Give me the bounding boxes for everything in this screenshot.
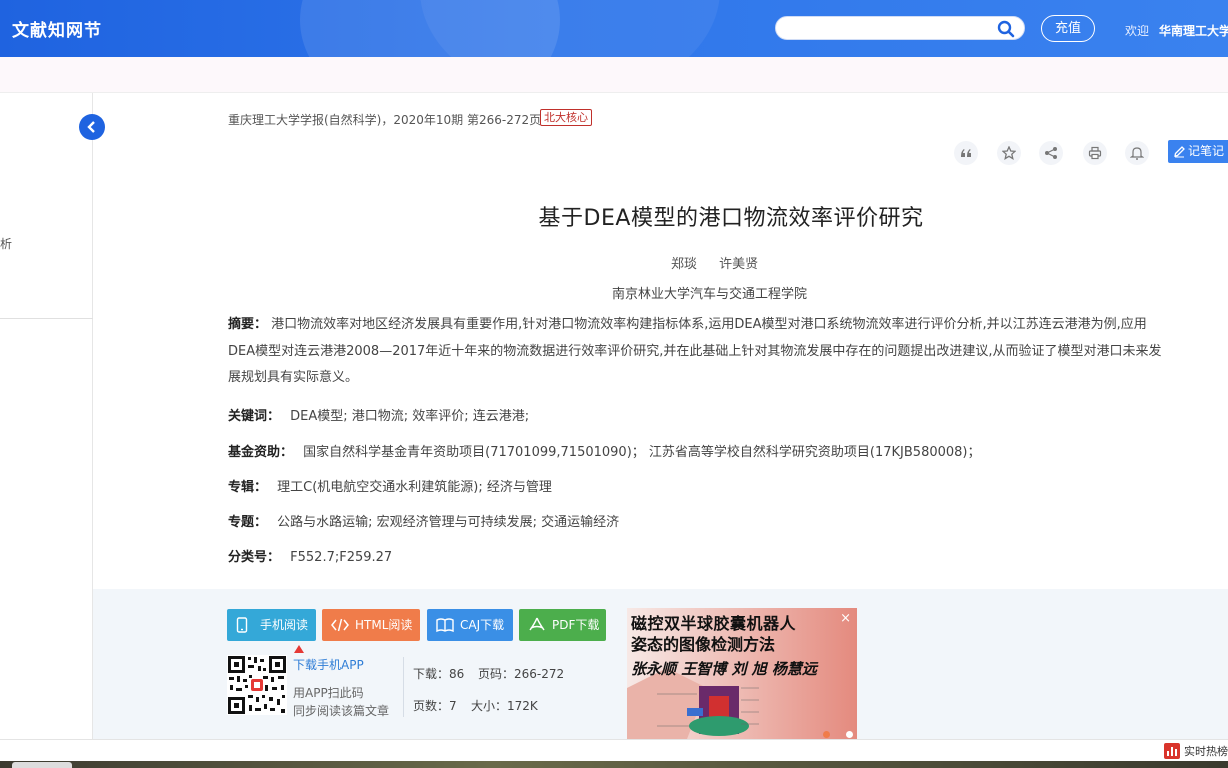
html-read-button[interactable]: HTML阅读: [322, 609, 420, 641]
site-logo[interactable]: 文献知网节: [12, 16, 102, 41]
abstract-line: 展规划具有实际意义。: [228, 370, 359, 385]
mobile-read-label: 手机阅读: [260, 618, 309, 632]
share-button[interactable]: [1039, 141, 1063, 165]
alert-button[interactable]: [1125, 141, 1149, 165]
hot-ranking-label: 实时热榜: [1184, 745, 1228, 758]
book-icon: [436, 618, 454, 633]
star-icon: [1002, 146, 1016, 160]
collapse-sidebar-button[interactable]: [79, 114, 105, 140]
header-decoration: [420, 0, 720, 57]
mobile-read-button[interactable]: 手机阅读: [227, 609, 316, 641]
sub-header-bar: [0, 57, 1228, 93]
author-affiliation[interactable]: 南京林业大学汽车与交通工程学院: [612, 283, 807, 302]
share-icon: [1045, 147, 1057, 159]
printer-icon: [1088, 146, 1102, 160]
series-label: 专辑：: [228, 480, 268, 495]
keywords-label: 关键词：: [228, 409, 281, 424]
quote-icon: [961, 149, 971, 157]
pdf-download-label: PDF下载: [552, 618, 600, 632]
file-size: 大小：172K: [471, 699, 538, 713]
carousel-dot-active[interactable]: [823, 731, 830, 738]
fund-value[interactable]: 国家自然科学基金青年资助项目(71701099,71501090)； 江苏省高等…: [303, 445, 980, 460]
core-journal-badge: 北大核心: [540, 109, 592, 126]
search-input[interactable]: [775, 16, 1025, 40]
abstract-line: 港口物流效率对地区经济发展具有重要作用,针对港口物流效率构建指标体系,运用DEA…: [271, 317, 1147, 332]
phone-icon: [236, 617, 248, 633]
banner-close-button[interactable]: ×: [840, 611, 851, 626]
caj-download-button[interactable]: CAJ下载: [427, 609, 513, 641]
page-footer: [0, 739, 1228, 761]
keywords-value[interactable]: DEA模型; 港口物流; 效率评价; 连云港港;: [290, 409, 529, 424]
welcome-text: 欢迎: [1125, 24, 1150, 38]
take-notes-button[interactable]: 记笔记: [1168, 140, 1228, 163]
classification-label: 分类号：: [228, 550, 281, 565]
classification-row: 分类号： F552.7;F259.27: [228, 546, 392, 565]
abstract-line: DEA模型对连云港港2008—2017年近十年来的物流数据进行效率评价研究,并在…: [228, 343, 1162, 359]
sidebar-divider: [0, 318, 93, 319]
abstract-section: 摘要： 港口物流效率对地区经济发展具有重要作用,针对港口物流效率构建指标体系,运…: [228, 312, 1228, 392]
pdf-download-button[interactable]: PDF下载: [519, 609, 606, 641]
page-range: 页码：266-272: [478, 667, 565, 681]
page-count: 页数：7: [413, 699, 457, 713]
abstract-label: 摘要：: [228, 317, 268, 332]
app-sync-hint: 同步阅读该篇文章: [293, 704, 390, 718]
app-scan-hint: 用APP扫此码: [293, 686, 364, 700]
pointer-arrow-icon: [294, 645, 304, 653]
search-icon[interactable]: [996, 19, 1016, 39]
download-count: 下载：86: [413, 667, 465, 681]
banner-authors: 张永顺 王智博 刘 旭 杨慧远: [631, 660, 817, 678]
favorite-button[interactable]: [997, 141, 1021, 165]
promo-banner[interactable]: 磁控双半球胶囊机器人 姿态的图像检测方法 张永顺 王智博 刘 旭 杨慧远 ×: [627, 608, 857, 739]
download-app-link[interactable]: 下载手机APP: [293, 656, 364, 673]
os-taskbar: [0, 761, 1228, 768]
banner-headline: 姿态的图像检测方法: [631, 635, 776, 654]
cite-button[interactable]: [954, 141, 978, 165]
code-icon: [331, 618, 349, 632]
sidebar-partial-label[interactable]: 析: [0, 235, 12, 252]
pencil-icon: [1174, 146, 1185, 158]
taskbar-button[interactable]: [12, 762, 72, 768]
series-row: 专辑： 理工C(机电航空交通水利建筑能源); 经济与管理: [228, 476, 552, 495]
bell-icon: [1130, 147, 1144, 160]
stats-divider: [403, 657, 404, 717]
html-read-label: HTML阅读: [355, 618, 413, 632]
classification-value: F552.7;F259.27: [290, 550, 393, 565]
fund-label: 基金资助：: [228, 445, 294, 460]
keywords-row: 关键词： DEA模型; 港口物流; 效率评价; 连云港港;: [228, 405, 529, 424]
article-title: 基于DEA模型的港口物流效率评价研究: [538, 206, 924, 231]
hot-ranking-link[interactable]: 实时热榜: [1164, 743, 1228, 759]
chevron-left-icon: [87, 121, 95, 133]
author-link[interactable]: 郑琰: [671, 257, 697, 272]
bar-chart-icon: [1164, 743, 1180, 759]
left-sidebar: 析: [0, 93, 93, 739]
carousel-dot[interactable]: [846, 731, 853, 738]
author-list: 郑琰 许美贤: [671, 253, 776, 272]
caj-download-label: CAJ下载: [460, 618, 505, 632]
user-institution[interactable]: 华南理工大学: [1159, 22, 1228, 39]
topic-value: 公路与水路运输; 宏观经济管理与可持续发展; 交通运输经济: [277, 515, 620, 530]
author-link[interactable]: 许美贤: [719, 257, 758, 272]
qr-code: [227, 655, 287, 715]
take-notes-label: 记笔记: [1188, 144, 1225, 158]
topic-label: 专题：: [228, 515, 268, 530]
pdf-icon: [529, 617, 545, 631]
journal-source[interactable]: 重庆理工大学学报(自然科学)，2020年10期 第266-272页: [228, 111, 541, 128]
recharge-button[interactable]: 充值: [1041, 15, 1095, 42]
series-value: 理工C(机电航空交通水利建筑能源); 经济与管理: [277, 480, 552, 495]
fund-row: 基金资助： 国家自然科学基金青年资助项目(71701099,71501090)；…: [228, 441, 981, 460]
top-header: 文献知网节 充值 欢迎 华南理工大学: [0, 0, 1228, 57]
print-button[interactable]: [1083, 141, 1107, 165]
topic-row: 专题： 公路与水路运输; 宏观经济管理与可持续发展; 交通运输经济: [228, 511, 619, 530]
